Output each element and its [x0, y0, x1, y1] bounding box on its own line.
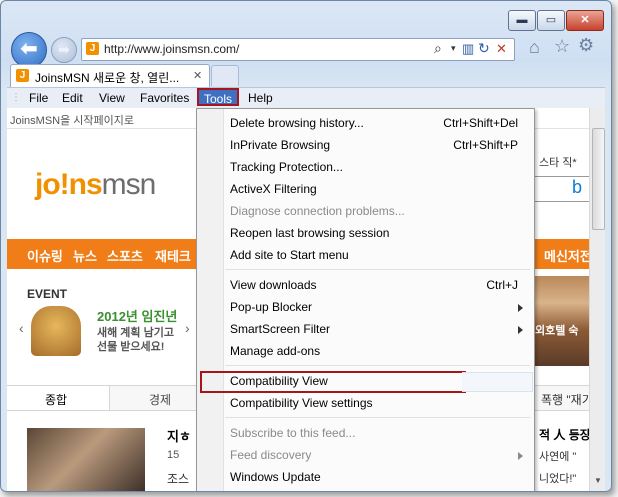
tab-joinsmsn[interactable]: J JoinsMSN 새로운 창, 열린... ✕ [10, 64, 210, 87]
event-line2: 선물 받으세요! [97, 341, 165, 353]
back-button[interactable]: ⬅ [11, 32, 47, 68]
menu-item-manage-addons[interactable]: Manage add-ons [230, 344, 320, 358]
news-sub1: 15 [167, 449, 180, 461]
menu-item-view-downloads[interactable]: View downloads [230, 278, 317, 292]
bing-icon: b [572, 177, 583, 197]
menu-file[interactable]: File [29, 91, 48, 105]
menu-tools-highlight[interactable]: Tools [197, 88, 239, 106]
menu-item-activex-filtering[interactable]: ActiveX Filtering [230, 182, 317, 196]
submenu-arrow-icon [518, 304, 523, 312]
vertical-scrollbar[interactable]: ▼ [589, 108, 605, 491]
menu-item-inprivate[interactable]: InPrivate Browsing [230, 138, 330, 152]
scroll-down-icon[interactable]: ▼ [594, 476, 602, 485]
menu-item-compatibility-view[interactable]: Compatibility View [230, 374, 328, 388]
tools-menu-dropdown: Delete browsing history... Ctrl+Shift+De… [196, 108, 535, 491]
nav-item-finance[interactable]: 재테크 [155, 246, 191, 265]
menu-separator [225, 269, 530, 270]
menu-item-windows-update[interactable]: Windows Update [230, 470, 321, 484]
shortcut-inprivate: Ctrl+Shift+P [453, 138, 518, 152]
gear-icon[interactable]: ⚙ [578, 35, 594, 56]
menu-separator [225, 365, 530, 366]
event-next-icon[interactable]: › [185, 320, 190, 336]
menu-item-compatibility-settings[interactable]: Compatibility View settings [230, 396, 373, 410]
hotel-snippet[interactable]: 외호텔 숙 [535, 322, 579, 338]
favorites-star-icon[interactable]: ☆ [554, 36, 570, 57]
site-favicon: J [86, 42, 99, 55]
hotel-image [533, 276, 593, 366]
event-label: EVENT [27, 287, 68, 301]
refresh-icon[interactable]: ↻ [478, 40, 490, 57]
forward-arrow-icon: ➡ [58, 42, 70, 57]
shortcut-delete-history: Ctrl+Shift+Del [443, 116, 518, 130]
gift-bag-image [31, 306, 81, 356]
event-prev-icon[interactable]: ‹ [19, 320, 24, 336]
compatibility-view-icon[interactable]: ▥ [462, 41, 474, 57]
close-button[interactable]: ✕ [566, 10, 604, 31]
nav-item-sports[interactable]: 스포츠 [107, 246, 143, 265]
menu-item-diagnose-connection: Diagnose connection problems... [230, 204, 405, 218]
home-icon[interactable]: ⌂ [529, 37, 540, 58]
right-news1[interactable]: 적 人 등장 [539, 426, 591, 443]
menu-favorites[interactable]: Favorites [140, 91, 189, 105]
scrollbar-thumb[interactable] [592, 128, 605, 230]
right-snippet: 스타 직* [539, 157, 577, 169]
menu-item-feed-discovery: Feed discovery [230, 448, 312, 462]
submenu-arrow-icon [518, 452, 523, 460]
logo-msn: msn [101, 168, 157, 201]
nav-item-messenger[interactable]: 메신저전 [544, 246, 592, 265]
tab-title: JoinsMSN 새로운 창, 열린... [35, 71, 180, 85]
event-title[interactable]: 2012년 임진년 [97, 306, 177, 325]
search-box-right[interactable] [532, 176, 594, 202]
right-tab-snippet: 폭행 "재기 [541, 393, 593, 407]
menu-separator [225, 417, 530, 418]
menu-item-subscribe-feed: Subscribe to this feed... [230, 426, 356, 440]
grip-icon: ⋮ [11, 92, 21, 103]
address-input[interactable]: http://www.joinsmsn.com/ [104, 42, 239, 56]
menu-item-tracking-protection[interactable]: Tracking Protection... [230, 160, 343, 174]
tab-economy[interactable]: 경제 [149, 391, 171, 408]
search-icon[interactable]: ⌕ [434, 40, 442, 57]
menu-edit[interactable]: Edit [62, 91, 83, 105]
restore-button[interactable]: ▭ [537, 10, 565, 31]
nav-item-news[interactable]: 뉴스 [73, 246, 97, 265]
tab-general-label: 종합 [45, 393, 68, 407]
right-news2: 사연에 " [539, 451, 577, 463]
tab-general[interactable]: 종합 [7, 386, 110, 410]
submenu-arrow-icon [518, 326, 523, 334]
tab-close-icon[interactable]: ✕ [193, 69, 202, 82]
shortcut-view-downloads: Ctrl+J [486, 278, 518, 292]
news-sub2: 조스 [167, 472, 190, 486]
menu-help[interactable]: Help [248, 91, 273, 105]
menu-item-delete-history[interactable]: Delete browsing history... [230, 116, 364, 130]
menu-item-popup-blocker[interactable]: Pop-up Blocker [230, 300, 312, 314]
stop-icon[interactable]: ✕ [496, 41, 507, 57]
menu-view[interactable]: View [99, 91, 125, 105]
logo-joins: jo!ns [35, 168, 103, 201]
back-arrow-icon: ⬅ [20, 38, 38, 60]
set-homepage-link[interactable]: JoinsMSN을 시작페이지로 [10, 112, 134, 128]
address-bar[interactable]: J http://www.joinsmsn.com/ ⌕ ▾ ▥ ↻ ✕ [81, 38, 515, 61]
minimize-button[interactable]: ▬ [508, 10, 536, 31]
menu-bar: ⋮ File Edit View Favorites Tools Help [7, 87, 605, 109]
news-photo[interactable] [27, 428, 145, 491]
forward-button[interactable]: ➡ [51, 37, 77, 63]
nav-item-issue[interactable]: 이슈링 [27, 246, 63, 265]
menu-item-smartscreen[interactable]: SmartScreen Filter [230, 322, 330, 336]
tab-favicon: J [16, 69, 29, 82]
news-heading[interactable]: 지ㅎ [167, 426, 191, 445]
hover-row-extension [462, 372, 533, 392]
dropdown-chevron-icon[interactable]: ▾ [451, 43, 456, 54]
right-news3: 니었다!" [539, 473, 577, 485]
browser-window: ▬ ▭ ✕ ⬅ ➡ J http://www.joinsmsn.com/ ⌕ ▾… [0, 0, 612, 492]
menu-item-add-site-start[interactable]: Add site to Start menu [230, 248, 349, 262]
menu-item-reopen-session[interactable]: Reopen last browsing session [230, 226, 389, 240]
new-tab-button[interactable] [211, 65, 239, 86]
menu-tools[interactable]: Tools [204, 92, 232, 106]
joins-logo[interactable]: jo!nsmsn [35, 168, 157, 202]
menu-icon-gutter [197, 109, 224, 491]
